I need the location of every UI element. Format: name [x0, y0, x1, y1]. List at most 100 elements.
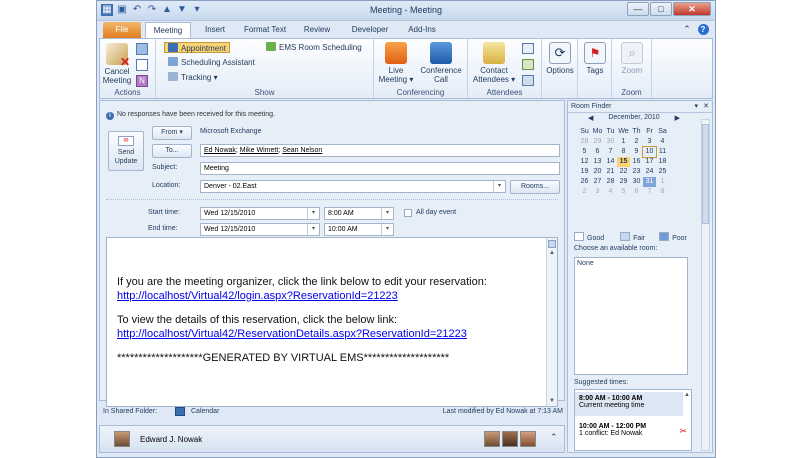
contact-attendees-button[interactable]: Contact Attendees ▾ [470, 42, 518, 84]
calendar-day[interactable]: 5 [617, 187, 630, 197]
start-date-field[interactable]: Wed 12/15/2010 ▾ [200, 207, 320, 220]
options-button[interactable]: ⟳ Options [544, 42, 576, 75]
rooms-button[interactable]: Rooms... [510, 180, 560, 194]
scheduling-assistant-button[interactable]: Scheduling Assistant [168, 57, 255, 68]
tab-add-ins[interactable]: Add-Ins [401, 22, 443, 38]
recipient-sean-nelson[interactable]: Sean Nelson [282, 147, 322, 154]
location-dropdown-icon[interactable]: ▾ [493, 181, 505, 192]
response-options-icon[interactable] [522, 75, 534, 86]
calendar-day[interactable]: 29 [617, 177, 630, 187]
address-book-icon[interactable] [522, 43, 534, 54]
cancel-meeting-button[interactable]: ✕ Cancel Meeting [102, 43, 132, 85]
tab-insert[interactable]: Insert [197, 22, 233, 38]
tab-format-text[interactable]: Format Text [237, 22, 293, 38]
folder-name[interactable]: Calendar [191, 408, 219, 415]
scroll-up-arrow[interactable]: ▲ [547, 250, 557, 256]
calendar-day[interactable]: 20 [591, 167, 604, 177]
calendar-day[interactable]: 10 [642, 146, 657, 158]
collapse-ribbon-icon[interactable]: ⌃ [681, 22, 693, 38]
from-button[interactable]: From ▾ [152, 126, 192, 140]
calendar-day[interactable]: 11 [656, 147, 669, 157]
tab-file[interactable]: File [103, 22, 141, 38]
calendar-day[interactable]: 4 [604, 187, 617, 197]
more-actions-icon[interactable]: N [136, 75, 148, 87]
calendar-day[interactable]: 24 [643, 167, 656, 177]
next-month-icon[interactable]: ▶ [675, 114, 680, 122]
suggestion-item[interactable]: 8:00 AM - 10:00 AM Current meeting time [575, 392, 683, 416]
calendar-day[interactable]: 31 [643, 177, 656, 187]
room-finder-scrollbar[interactable] [701, 119, 710, 451]
start-time-field[interactable]: 8:00 AM ▾ [324, 207, 394, 220]
calendar-day[interactable]: 2 [630, 137, 643, 147]
start-time-dropdown-icon[interactable]: ▾ [381, 208, 393, 219]
to-button[interactable]: To... [152, 144, 192, 158]
calendar-day[interactable]: 25 [656, 167, 669, 177]
tags-button[interactable]: ⚑ Tags [580, 42, 610, 75]
edit-reservation-link[interactable]: http://localhost/Virtual42/login.aspx?Re… [117, 290, 398, 302]
check-names-icon[interactable] [522, 59, 534, 70]
calendar-day[interactable]: 28 [578, 137, 591, 147]
end-time-dropdown-icon[interactable]: ▾ [381, 224, 393, 235]
avatar[interactable] [114, 431, 130, 447]
calendar-day[interactable]: 2 [578, 187, 591, 197]
live-meeting-button[interactable]: Live Meeting ▾ [376, 42, 416, 84]
tab-meeting[interactable]: Meeting [145, 22, 191, 38]
body-scrollbar[interactable]: ▲ ▼ [546, 238, 557, 406]
calendar-day[interactable]: 7 [604, 147, 617, 157]
calendar-day[interactable]: 18 [656, 157, 669, 167]
minimize-button[interactable]: — [627, 2, 649, 16]
help-icon[interactable]: ? [697, 22, 709, 38]
close-button[interactable]: ✕ [673, 2, 711, 16]
calendar-day[interactable]: 8 [617, 147, 630, 157]
location-field[interactable]: Denver - 02.East ▾ [200, 180, 506, 193]
calendar-day[interactable]: 6 [630, 187, 643, 197]
tab-developer[interactable]: Developer [345, 22, 395, 38]
calendar-day[interactable]: 19 [578, 167, 591, 177]
ruler-icon[interactable] [548, 240, 556, 248]
tracking-button[interactable]: Tracking ▾ [168, 72, 218, 83]
calendar-day[interactable]: 8 [656, 187, 669, 197]
calendar-day[interactable]: 27 [591, 177, 604, 187]
calendar-day[interactable]: 3 [591, 187, 604, 197]
attendee-avatar[interactable] [520, 431, 536, 447]
calendar-day[interactable]: 5 [578, 147, 591, 157]
calendar-day[interactable]: 30 [604, 137, 617, 147]
maximize-button[interactable]: □ [650, 2, 672, 16]
scroll-thumb[interactable] [702, 124, 709, 224]
expand-people-pane-icon[interactable]: ⌃ [550, 432, 558, 443]
reservation-details-link[interactable]: http://localhost/Virtual42/ReservationDe… [117, 328, 467, 340]
calendar-day[interactable]: 13 [591, 157, 604, 167]
calendar-day[interactable]: 17 [643, 157, 656, 167]
calendar-day[interactable]: 9 [630, 147, 643, 157]
pane-menu-icon[interactable]: ▾ [694, 101, 698, 113]
appointment-button[interactable]: Appointment [164, 42, 230, 53]
calendar-day[interactable]: 1 [617, 137, 630, 147]
calendar-day[interactable]: 16 [630, 157, 643, 167]
tab-review[interactable]: Review [297, 22, 337, 38]
mini-calendar[interactable]: Su Mo Tu We Th Fr Sa 28 29 30 1 2 3 4 5 6 7 8 9 10 11 12 13 14 1… [578, 127, 698, 197]
message-body[interactable]: If you are the meeting organizer, click … [106, 237, 558, 407]
calendar-day[interactable]: 26 [578, 177, 591, 187]
calendar-day[interactable]: 15 [617, 157, 630, 167]
end-date-field[interactable]: Wed 12/15/2010 ▾ [200, 223, 320, 236]
sender-name[interactable]: Edward J. Nowak [140, 435, 202, 444]
conference-call-button[interactable]: Conference Call [418, 42, 464, 84]
calendar-day[interactable]: 21 [604, 167, 617, 177]
calendar-day[interactable]: 3 [643, 137, 656, 147]
room-list[interactable]: None [574, 257, 688, 375]
calendar-day[interactable]: 23 [630, 167, 643, 177]
calendar-day[interactable]: 22 [617, 167, 630, 177]
calendar-day[interactable]: 30 [630, 177, 643, 187]
calendar-day[interactable]: 14 [604, 157, 617, 167]
calendar-day[interactable]: 7 [643, 187, 656, 197]
calendar-day[interactable]: 12 [578, 157, 591, 167]
attendee-avatar[interactable] [502, 431, 518, 447]
end-time-field[interactable]: 10:00 AM ▾ [324, 223, 394, 236]
prev-month-icon[interactable]: ◀ [588, 114, 593, 122]
subject-field[interactable]: Meeting [200, 162, 560, 175]
to-field[interactable]: Ed Nowak; Mike Wimett; Sean Nelson [200, 144, 560, 157]
zoom-button[interactable]: ⌕ Zoom [616, 42, 648, 75]
start-date-dropdown-icon[interactable]: ▾ [307, 208, 319, 219]
suggestion-scroll-icon[interactable]: ▲ [684, 392, 690, 398]
calendar-day[interactable]: 29 [591, 137, 604, 147]
